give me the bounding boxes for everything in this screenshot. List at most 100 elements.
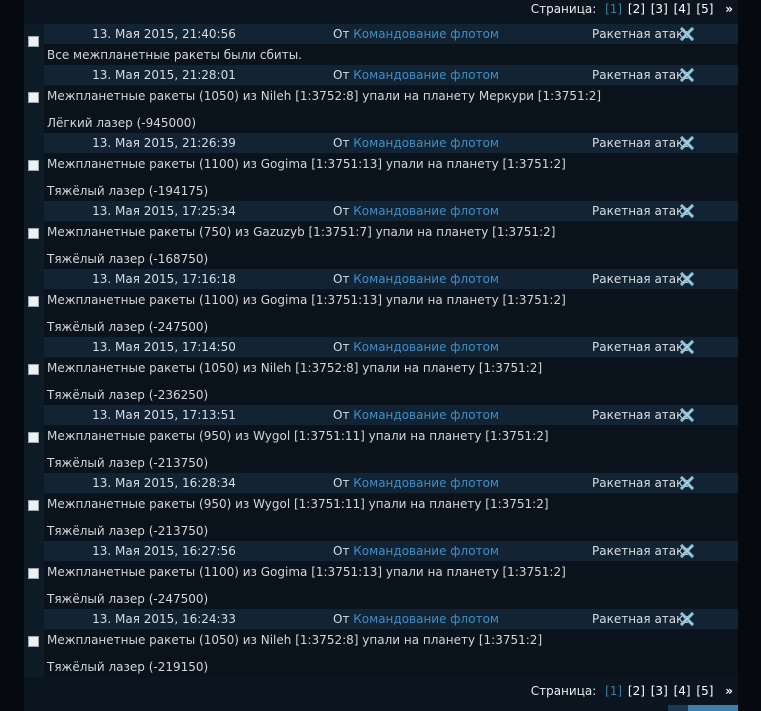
checkbox-cell [24, 405, 44, 473]
message-date: 13. Мая 2015, 16:24:33 [92, 612, 236, 626]
message-checkbox[interactable] [28, 160, 39, 171]
checkbox-cell [24, 337, 44, 405]
message-subject: Ракетная атака [592, 68, 691, 82]
checkbox-cell [24, 609, 44, 677]
message-text: Межпланетные ракеты (750) из Gazuzyb [1:… [47, 225, 556, 239]
message-from: От Командование флотом [316, 65, 516, 85]
sender-link[interactable]: Командование флотом [353, 27, 499, 41]
page-link-2[interactable]: [2] [628, 684, 645, 698]
message-body: Межпланетные ракеты (1100) из Gogima [1:… [44, 562, 738, 609]
message-row: 13. Мая 2015, 16:24:33 От Командование фл… [24, 609, 738, 677]
message-from: От Командование флотом [316, 269, 516, 289]
message-result: Тяжёлый лазер (-213750) [47, 456, 209, 470]
page-link-5[interactable]: [5] [696, 684, 713, 698]
next-page-button[interactable]: » [725, 684, 733, 698]
sender-link[interactable]: Командование флотом [353, 612, 499, 626]
x-delete-icon[interactable] [679, 475, 695, 491]
page-link-4[interactable]: [4] [674, 2, 691, 16]
sender-link[interactable]: Командование флотом [353, 68, 499, 82]
x-delete-icon[interactable] [679, 135, 695, 151]
page-link-4[interactable]: [4] [674, 684, 691, 698]
message-row: 13. Мая 2015, 17:16:18 От Командование фл… [24, 269, 738, 337]
message-row: 13. Мая 2015, 17:25:34 От Командование фл… [24, 201, 738, 269]
x-delete-icon[interactable] [679, 611, 695, 627]
x-delete-icon[interactable] [679, 339, 695, 355]
page-link-1[interactable]: [1] [605, 684, 622, 698]
from-label: От [333, 408, 350, 422]
message-body: Межпланетные ракеты (950) из Wygol [1:37… [44, 426, 738, 473]
checkbox-cell [24, 24, 44, 65]
message-header: 13. Мая 2015, 16:28:34 От Командование фл… [44, 473, 738, 494]
from-label: От [333, 68, 350, 82]
message-checkbox[interactable] [28, 296, 39, 307]
pagination-label: Страница: [530, 684, 597, 698]
message-body: Межпланетные ракеты (1050) из Nileh [1:3… [44, 630, 738, 677]
message-body: Межпланетные ракеты (1050) из Nileh [1:3… [44, 86, 738, 133]
message-header: 13. Мая 2015, 21:26:39 От Командование фл… [44, 133, 738, 154]
message-subject: Ракетная атака [592, 272, 691, 286]
message-checkbox[interactable] [28, 636, 39, 647]
x-delete-icon[interactable] [679, 271, 695, 287]
message-date: 13. Мая 2015, 17:25:34 [92, 204, 236, 218]
x-delete-icon[interactable] [679, 543, 695, 559]
from-label: От [333, 476, 350, 490]
sender-link[interactable]: Командование флотом [353, 476, 499, 490]
message-body: Межпланетные ракеты (1050) из Nileh [1:3… [44, 358, 738, 405]
x-delete-icon[interactable] [679, 67, 695, 83]
page-link-1[interactable]: [1] [605, 2, 622, 16]
message-date: 13. Мая 2015, 17:13:51 [92, 408, 236, 422]
sender-link[interactable]: Командование флотом [353, 272, 499, 286]
message-checkbox[interactable] [28, 364, 39, 375]
message-header: 13. Мая 2015, 21:40:56 От Командование фл… [44, 24, 738, 45]
message-list: 13. Мая 2015, 21:40:56 От Командование фл… [24, 24, 738, 677]
message-header: 13. Мая 2015, 16:27:56 От Командование фл… [44, 541, 738, 562]
message-date: 13. Мая 2015, 16:27:56 [92, 544, 236, 558]
next-page-button[interactable]: » [725, 2, 733, 16]
message-date: 13. Мая 2015, 17:16:18 [92, 272, 236, 286]
page-link-2[interactable]: [2] [628, 2, 645, 16]
page-link-5[interactable]: [5] [696, 2, 713, 16]
x-delete-icon[interactable] [679, 26, 695, 42]
x-delete-icon[interactable] [679, 203, 695, 219]
message-text: Межпланетные ракеты (1100) из Gogima [1:… [47, 565, 566, 579]
message-from: От Командование флотом [316, 473, 516, 493]
sender-link[interactable]: Командование флотом [353, 544, 499, 558]
message-from: От Командование флотом [316, 405, 516, 425]
sender-link[interactable]: Командование флотом [353, 204, 499, 218]
checkbox-cell [24, 541, 44, 609]
sender-link[interactable]: Командование флотом [353, 340, 499, 354]
sender-link[interactable]: Командование флотом [353, 408, 499, 422]
message-row: 13. Мая 2015, 21:28:01 От Командование фл… [24, 65, 738, 133]
message-row: 13. Мая 2015, 16:27:56 От Командование фл… [24, 541, 738, 609]
from-label: От [333, 204, 350, 218]
page-link-3[interactable]: [3] [651, 684, 668, 698]
checkbox-cell [24, 473, 44, 541]
message-date: 13. Мая 2015, 21:28:01 [92, 68, 236, 82]
message-row: 13. Мая 2015, 16:28:34 От Командование фл… [24, 473, 738, 541]
message-checkbox[interactable] [28, 92, 39, 103]
page-link-3[interactable]: [3] [651, 2, 668, 16]
scrollbar-thumb[interactable] [688, 705, 738, 711]
message-row: 13. Мая 2015, 21:26:39 От Командование фл… [24, 133, 738, 201]
message-date: 13. Мая 2015, 21:40:56 [92, 27, 236, 41]
from-label: От [333, 27, 350, 41]
message-from: От Командование флотом [316, 609, 516, 629]
from-label: От [333, 340, 350, 354]
message-result: Тяжёлый лазер (-213750) [47, 524, 209, 538]
message-checkbox[interactable] [28, 36, 39, 47]
message-checkbox[interactable] [28, 568, 39, 579]
message-subject: Ракетная атака [592, 476, 691, 490]
message-checkbox[interactable] [28, 432, 39, 443]
pagination-top: Страница: [1] [2] [3] [4] [5] » [531, 0, 733, 19]
checkbox-cell [24, 201, 44, 269]
message-from: От Командование флотом [316, 133, 516, 153]
x-delete-icon[interactable] [679, 407, 695, 423]
message-result: Тяжёлый лазер (-168750) [47, 252, 209, 266]
pagination-bottom: Страница: [1] [2] [3] [4] [5] » [531, 681, 733, 701]
message-result: Тяжёлый лазер (-247500) [47, 592, 209, 606]
sender-link[interactable]: Командование флотом [353, 136, 499, 150]
message-checkbox[interactable] [28, 500, 39, 511]
message-date: 13. Мая 2015, 21:26:39 [92, 136, 236, 150]
message-checkbox[interactable] [28, 228, 39, 239]
message-body: Межпланетные ракеты (750) из Gazuzyb [1:… [44, 222, 738, 269]
